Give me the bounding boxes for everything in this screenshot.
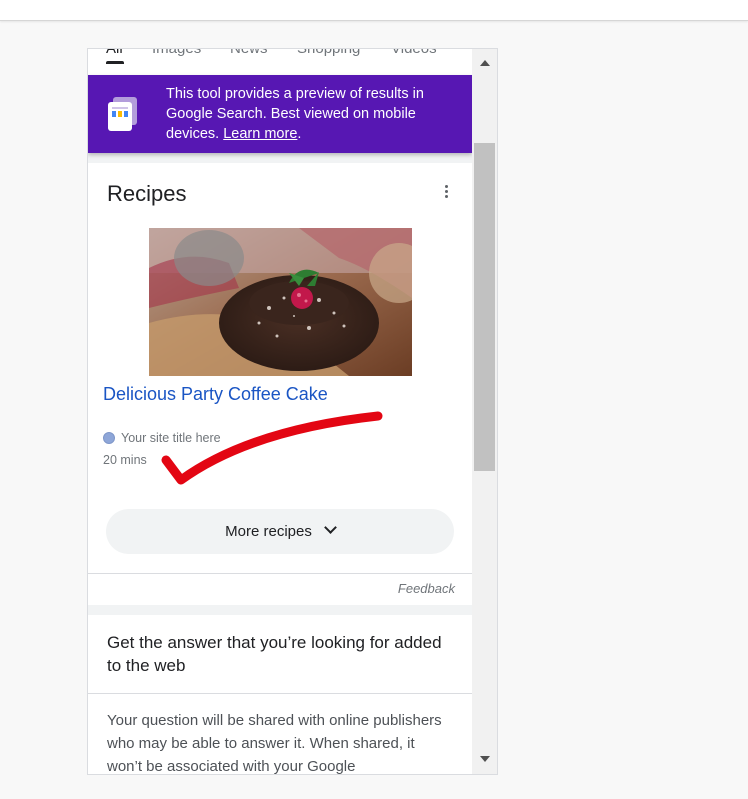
preview-banner: This tool provides a preview of results … [88, 75, 472, 153]
tab-images[interactable]: Images [152, 49, 201, 61]
tab-videos[interactable]: Videos [391, 49, 437, 61]
preview-frame: All Images News Shopping Videos This too… [87, 48, 498, 775]
cook-time: 20 mins [103, 453, 147, 467]
answer-card: Get the answer that you’re looking for a… [88, 615, 472, 774]
browser-top-bar [0, 0, 748, 21]
scrollbar-thumb[interactable] [474, 143, 495, 471]
divider [88, 573, 472, 574]
answer-card-title: Get the answer that you’re looking for a… [107, 633, 442, 675]
answer-card-body: Your question will be shared with online… [107, 712, 442, 774]
globe-icon [103, 432, 115, 444]
feedback-link[interactable]: Feedback [398, 581, 455, 596]
more-options-icon[interactable] [440, 185, 452, 203]
site-title: Your site title here [103, 431, 221, 445]
divider [88, 693, 472, 694]
scrollbar[interactable] [472, 49, 497, 774]
learn-more-link[interactable]: Learn more [223, 126, 297, 142]
search-tabs: All Images News Shopping Videos [88, 49, 472, 75]
tab-news[interactable]: News [230, 49, 268, 61]
banner-message: This tool provides a preview of results … [166, 86, 424, 142]
scroll-up-arrow-icon[interactable] [472, 51, 497, 75]
recipes-card: Recipes Delicious Party Coffee Cake Your… [88, 163, 472, 605]
chevron-down-icon [323, 521, 337, 534]
scroll-down-arrow-icon[interactable] [472, 748, 497, 772]
recipe-title-link[interactable]: Delicious Party Coffee Cake [103, 384, 328, 405]
preview-tool-icon [108, 97, 137, 131]
preview-content: All Images News Shopping Videos This too… [88, 49, 472, 774]
recipe-image[interactable] [149, 228, 412, 376]
more-recipes-button[interactable]: More recipes [106, 509, 454, 554]
tab-all[interactable]: All [106, 49, 123, 61]
card-title: Recipes [107, 181, 187, 206]
tab-shopping[interactable]: Shopping [297, 49, 360, 61]
active-tab-indicator [106, 61, 124, 64]
